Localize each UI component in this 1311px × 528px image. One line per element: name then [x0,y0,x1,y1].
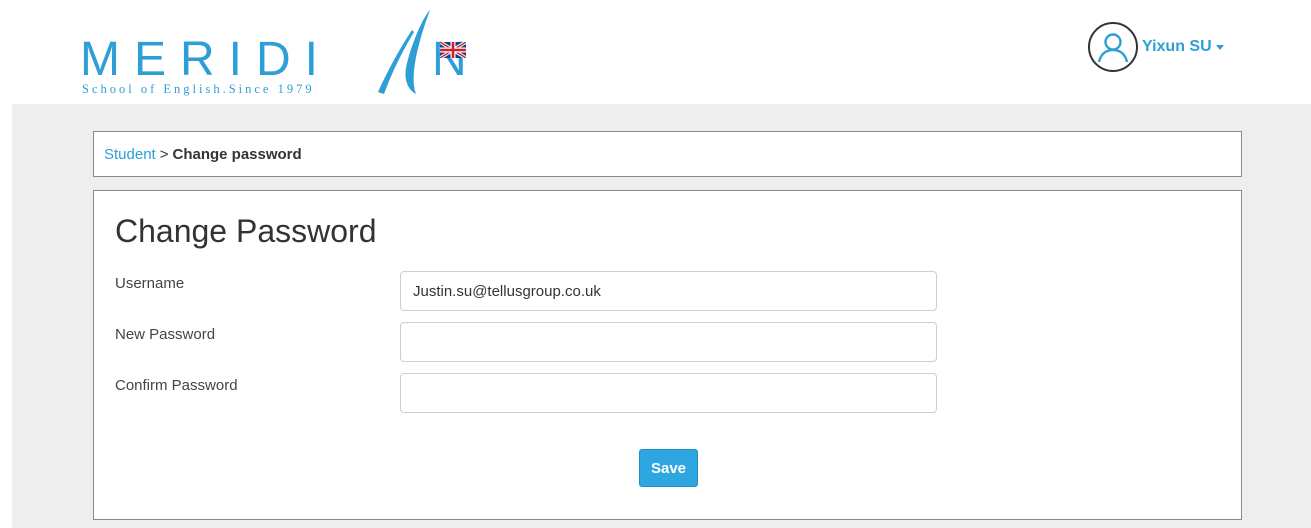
user-menu[interactable]: Yixun SU [1088,20,1224,74]
breadcrumb-separator: > [159,145,169,163]
change-password-panel: Change Password Username New Password Co… [93,190,1242,520]
confirm-password-field[interactable] [400,373,937,413]
user-avatar-icon[interactable] [1088,22,1138,72]
new-password-field[interactable] [400,322,937,362]
header: MERIDI N School of English.Since 1979 Yi… [0,0,1311,104]
sail-logo-icon [378,10,430,94]
caret-down-icon[interactable] [1215,44,1224,50]
meridian-logo[interactable]: MERIDI N School of English.Since 1979 [80,8,480,100]
breadcrumb: Student > Change password [93,131,1242,177]
confirm-password-label: Confirm Password [115,377,238,394]
breadcrumb-current: Change password [172,145,302,163]
username-field[interactable] [400,271,937,311]
uk-flag-icon[interactable] [440,42,466,58]
save-button[interactable]: Save [639,449,698,487]
breadcrumb-link-student[interactable]: Student [104,146,156,163]
main-content: Student > Change password Change Passwor… [12,104,1311,528]
logo-wordmark: MERIDI [80,33,332,86]
logo-tagline: School of English.Since 1979 [82,82,315,96]
page-title: Change Password [115,213,377,249]
user-name[interactable]: Yixun SU [1142,38,1212,56]
username-label: Username [115,275,185,292]
new-password-label: New Password [115,326,216,343]
logo-wordmark-end: N [432,33,467,86]
